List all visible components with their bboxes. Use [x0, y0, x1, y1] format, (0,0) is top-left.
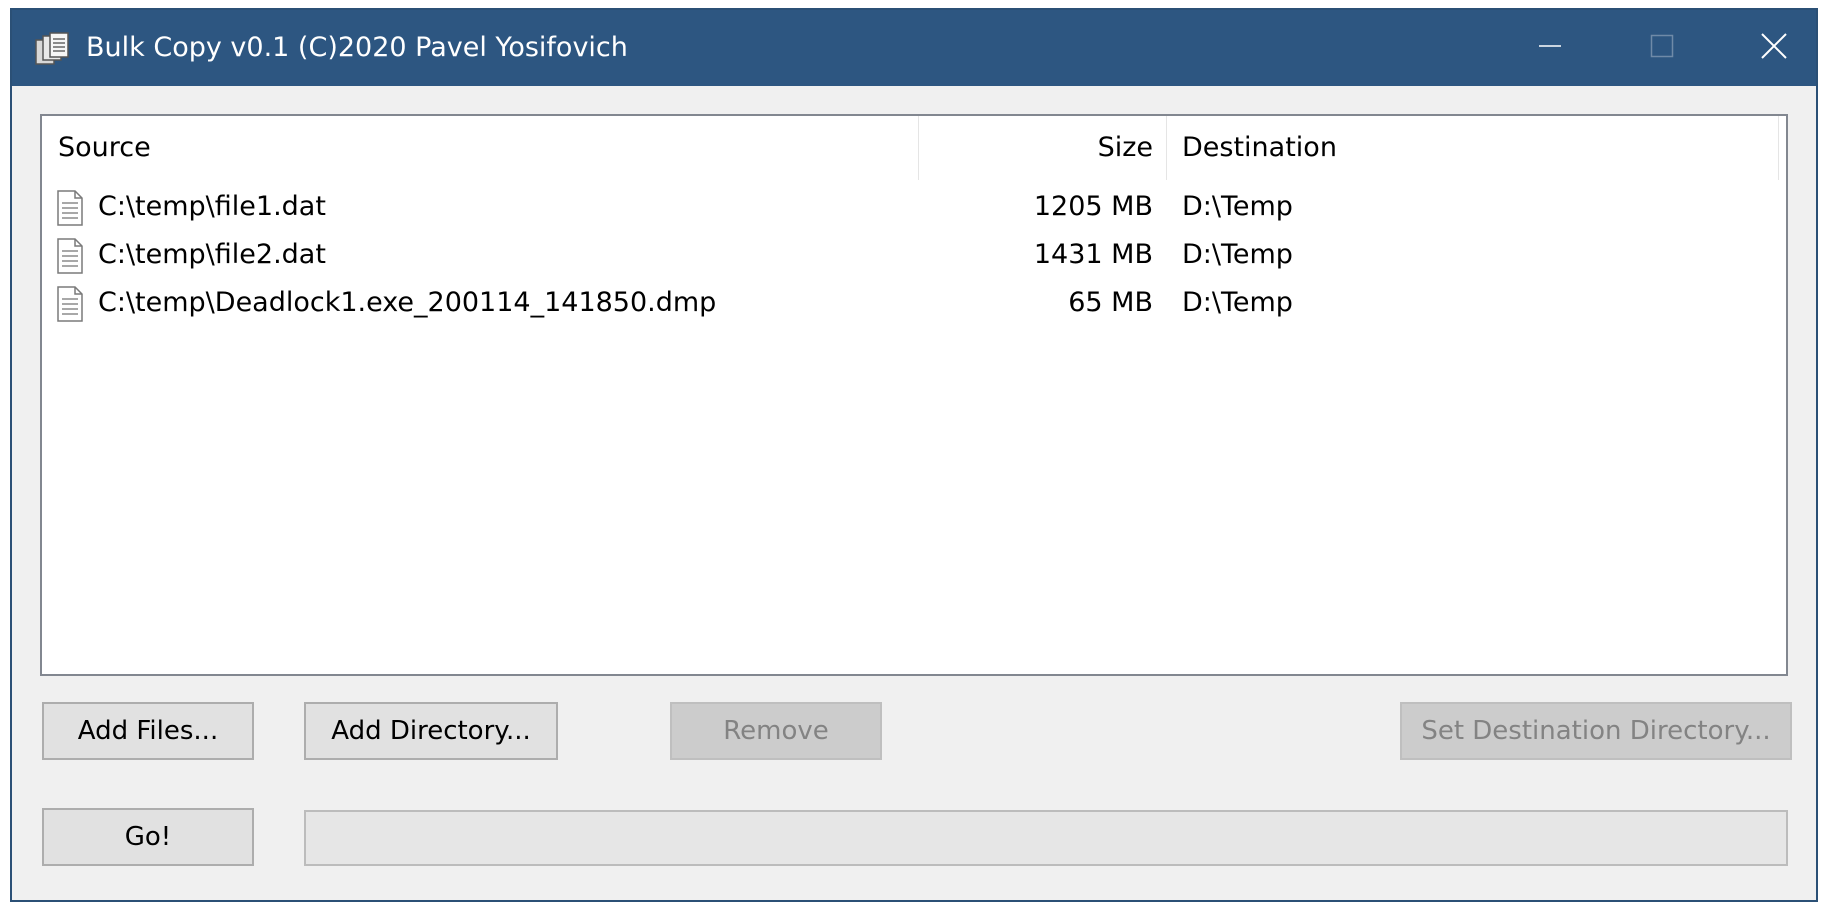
size-cell: 1431 MB — [1033, 239, 1153, 270]
size-cell: 65 MB — [1068, 287, 1153, 318]
title-bar[interactable]: Bulk Copy v0.1 (C)2020 Pavel Yosifovich — [12, 10, 1816, 86]
copy-files-icon — [34, 32, 70, 66]
size-cell: 1205 MB — [1033, 191, 1153, 222]
column-header-destination-label: Destination — [1182, 132, 1337, 163]
list-item[interactable]: C:\temp\file2.dat 1431 MB D:\Temp — [42, 232, 1786, 280]
column-header-size[interactable]: Size — [919, 116, 1153, 182]
column-header-destination[interactable]: Destination — [1182, 116, 1782, 182]
file-icon — [56, 190, 84, 226]
add-files-button[interactable]: Add Files... — [42, 702, 254, 760]
minimize-button[interactable] — [1494, 10, 1606, 86]
file-list[interactable]: Source Size Destination C:\temp\file1.da… — [40, 114, 1788, 676]
window-title: Bulk Copy v0.1 (C)2020 Pavel Yosifovich — [86, 32, 628, 63]
list-header: Source Size Destination — [42, 116, 1786, 182]
set-destination-directory-button[interactable]: Set Destination Directory... — [1400, 702, 1792, 760]
column-header-source[interactable]: Source — [58, 116, 918, 182]
maximize-button[interactable] — [1606, 10, 1718, 86]
source-cell: C:\temp\file1.dat — [98, 191, 326, 222]
go-button[interactable]: Go! — [42, 808, 254, 866]
list-item[interactable]: C:\temp\Deadlock1.exe_200114_141850.dmp … — [42, 280, 1786, 328]
minimize-icon — [1538, 34, 1562, 62]
destination-cell: D:\Temp — [1182, 239, 1293, 270]
close-button[interactable] — [1718, 10, 1828, 86]
column-header-source-label: Source — [58, 132, 151, 163]
source-cell: C:\temp\file2.dat — [98, 239, 326, 270]
column-divider[interactable] — [1166, 116, 1167, 180]
maximize-icon — [1650, 34, 1674, 62]
column-divider[interactable] — [1778, 116, 1779, 180]
file-icon — [56, 238, 84, 274]
destination-cell: D:\Temp — [1182, 287, 1293, 318]
app-window: Bulk Copy v0.1 (C)2020 Pavel Yosifovich … — [10, 8, 1818, 902]
close-icon — [1761, 33, 1787, 63]
file-icon — [56, 286, 84, 322]
destination-cell: D:\Temp — [1182, 191, 1293, 222]
column-header-size-label: Size — [1097, 132, 1153, 163]
copy-progress-bar — [304, 810, 1788, 866]
list-item[interactable]: C:\temp\file1.dat 1205 MB D:\Temp — [42, 184, 1786, 232]
remove-button[interactable]: Remove — [670, 702, 882, 760]
source-cell: C:\temp\Deadlock1.exe_200114_141850.dmp — [98, 287, 717, 318]
add-directory-button[interactable]: Add Directory... — [304, 702, 558, 760]
